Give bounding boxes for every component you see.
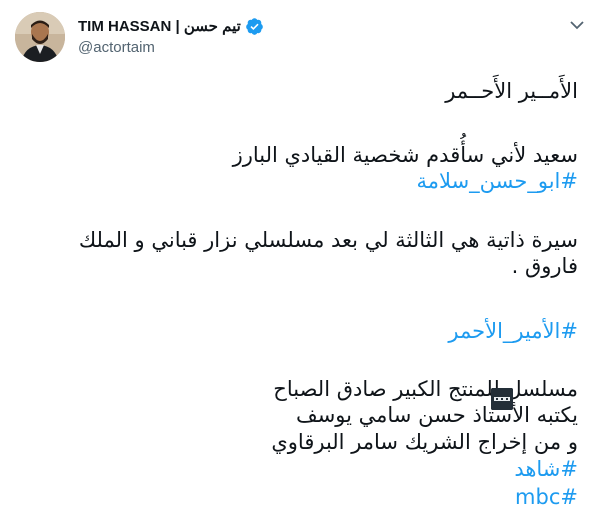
more-options-button[interactable] xyxy=(564,12,590,38)
tweet-line: مسلسل للمنتج الكبير صادق الصباح xyxy=(273,377,578,401)
shahid-logo-mark xyxy=(491,388,513,410)
avatar[interactable] xyxy=(15,12,65,62)
tweet-line: يكتبه الأستاذ حسن سامي يوسف xyxy=(295,403,578,427)
hashtag-link[interactable]: #ابو_حسن_سلامة xyxy=(417,168,578,195)
tweet-card: TIM HASSAN | تيم حسن @actortaim الأَمــي… xyxy=(0,0,600,529)
hashtag-link[interactable]: #mbc xyxy=(515,484,578,511)
tweet-line: سيرة ذاتية هي الثالثة لي بعد مسلسلي نزار… xyxy=(78,228,578,252)
tweet-line: فاروق . xyxy=(511,254,578,278)
shahid-logo-icon xyxy=(491,388,513,410)
author-name-row[interactable]: TIM HASSAN | تيم حسن xyxy=(78,15,264,37)
verified-badge-icon xyxy=(245,17,263,35)
hashtag-link[interactable]: #شاهد xyxy=(514,456,578,483)
tweet-line: سعيد لأني سأُقدم شخصية القيادي البارز xyxy=(232,143,578,167)
author-handle[interactable]: @actortaim xyxy=(78,39,155,56)
avatar-image-icon xyxy=(15,12,65,62)
tweet-line: و من إخراج الشريك سامر البرقاوي xyxy=(271,430,578,454)
hashtag-link[interactable]: #الأمير_الأحمر xyxy=(448,318,578,345)
chevron-down-icon xyxy=(570,21,584,30)
author-display-name[interactable]: TIM HASSAN | تيم حسن xyxy=(78,17,241,35)
tweet-line-title: الأَمــير الأَحــمر xyxy=(445,79,578,103)
